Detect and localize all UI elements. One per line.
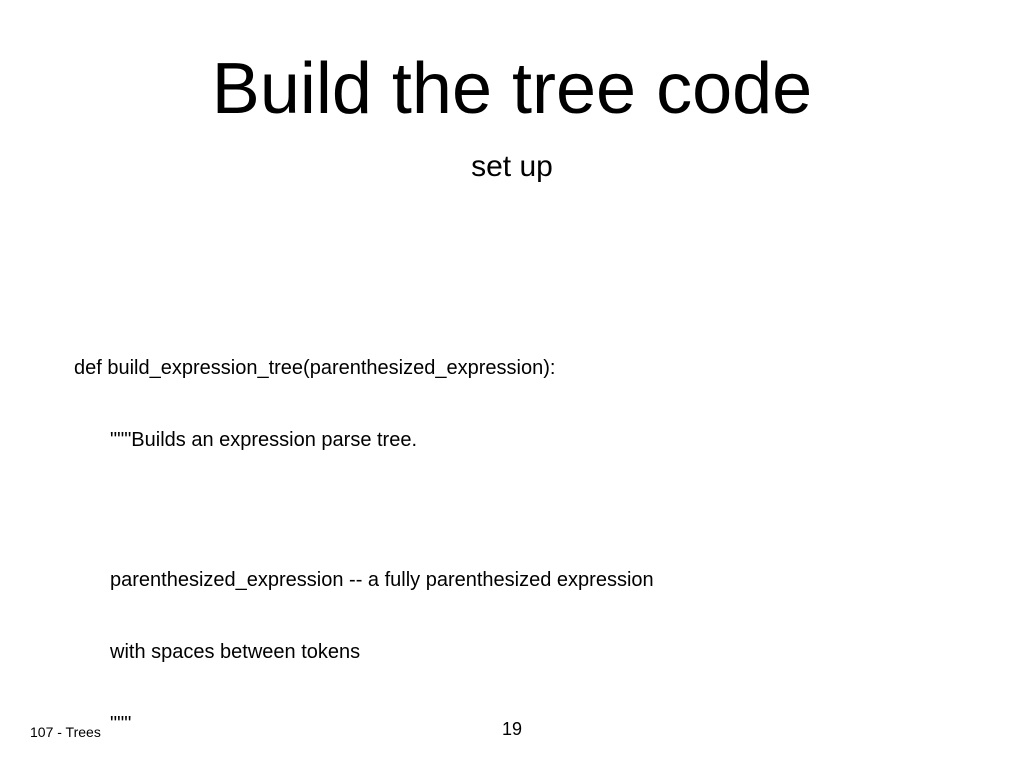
code-block: def build_expression_tree(parenthesized_… bbox=[74, 308, 654, 768]
slide-title: Build the tree code bbox=[0, 48, 1024, 130]
code-line: with spaces between tokens bbox=[74, 640, 654, 664]
slide-subtitle: set up bbox=[0, 150, 1024, 184]
blank-line bbox=[74, 500, 654, 520]
code-line: def build_expression_tree(parenthesized_… bbox=[74, 356, 654, 380]
slide: Build the tree code set up def build_exp… bbox=[0, 0, 1024, 768]
code-line: """Builds an expression parse tree. bbox=[74, 428, 654, 452]
page-number: 19 bbox=[0, 719, 1024, 740]
code-line: parenthesized_expression -- a fully pare… bbox=[74, 568, 654, 592]
